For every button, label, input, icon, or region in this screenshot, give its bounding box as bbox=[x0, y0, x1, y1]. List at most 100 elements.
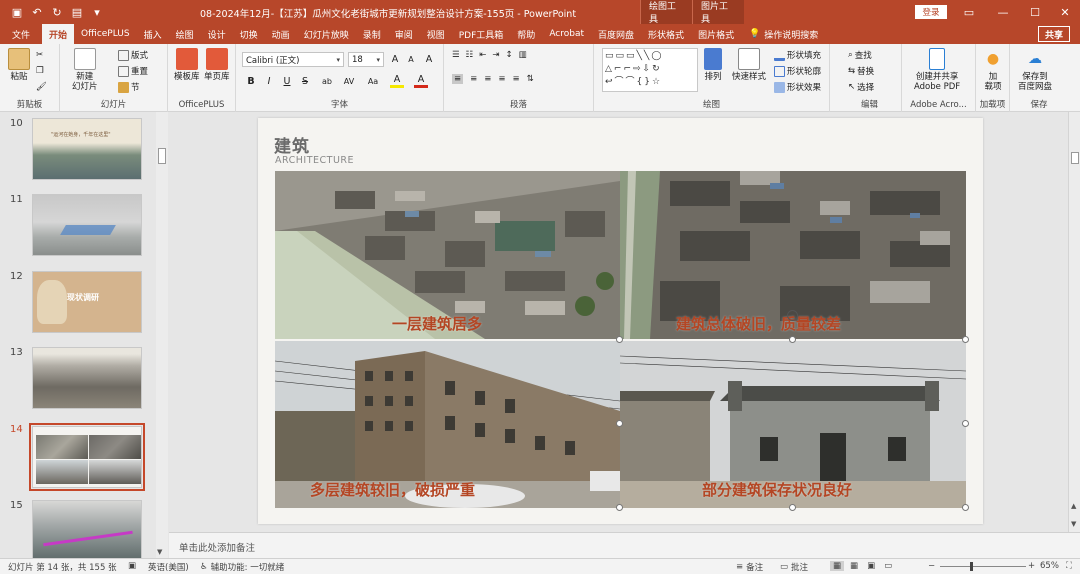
italic-button[interactable]: I bbox=[262, 74, 276, 88]
font-color-button[interactable]: A bbox=[414, 74, 428, 88]
rotate-handle-icon[interactable] bbox=[787, 310, 798, 321]
spellcheck-icon[interactable]: ▣ bbox=[128, 561, 136, 571]
scroll-thumb[interactable] bbox=[1071, 152, 1079, 164]
maximize-icon[interactable]: ☐ bbox=[1018, 0, 1052, 24]
tab-animations[interactable]: 动画 bbox=[265, 24, 297, 44]
present-icon[interactable]: ▤ bbox=[68, 3, 86, 21]
undo-icon[interactable]: ↶ bbox=[28, 3, 46, 21]
bold-button[interactable]: B bbox=[244, 74, 258, 88]
tab-view[interactable]: 视图 bbox=[420, 24, 452, 44]
grow-font-button[interactable]: A bbox=[388, 52, 402, 66]
single-page-library-button[interactable]: 单页库 bbox=[204, 48, 230, 82]
resize-handle[interactable] bbox=[616, 420, 623, 427]
shrink-font-button[interactable]: A bbox=[404, 52, 418, 66]
tab-file[interactable]: 文件 bbox=[0, 24, 42, 44]
tab-pdf-toolbox[interactable]: PDF工具箱 bbox=[452, 24, 511, 44]
slide-subtitle[interactable]: ARCHITECTURE bbox=[275, 155, 354, 166]
slide-sorter-icon[interactable]: ▦ bbox=[847, 561, 861, 571]
change-case-button[interactable]: Aa bbox=[364, 74, 382, 88]
highlight-button[interactable]: A bbox=[390, 74, 404, 88]
zoom-in-icon[interactable]: + bbox=[1028, 561, 1035, 571]
zoom-slider-thumb[interactable] bbox=[970, 562, 973, 571]
addins-button[interactable]: ● 加 载项 bbox=[982, 48, 1004, 92]
shape-outline-button[interactable]: 形状轮廓 bbox=[774, 65, 821, 77]
slide-vertical-scrollbar[interactable]: ▲ ▼ bbox=[1068, 112, 1080, 532]
section-button[interactable]: 节 bbox=[118, 81, 140, 93]
tab-slideshow[interactable]: 幻灯片放映 bbox=[297, 24, 356, 44]
save-icon[interactable]: ▣ bbox=[8, 3, 26, 21]
language-indicator[interactable]: 英语(美国) bbox=[148, 561, 189, 573]
resize-handle[interactable] bbox=[616, 336, 623, 343]
zoom-out-icon[interactable]: − bbox=[928, 561, 935, 571]
thumbnail-scrollbar[interactable]: ▼ bbox=[156, 112, 168, 558]
customize-qat-icon[interactable]: ▾ bbox=[88, 3, 106, 21]
tab-home[interactable]: 开始 bbox=[42, 24, 75, 44]
paste-button[interactable]: 粘贴 bbox=[8, 48, 30, 82]
tab-shape-format[interactable]: 形状格式 bbox=[641, 24, 691, 44]
align-center-icon[interactable]: ≡ bbox=[470, 74, 477, 84]
replace-button[interactable]: ⇆ 替换 bbox=[848, 65, 874, 77]
numbering-icon[interactable]: ☷ bbox=[466, 50, 474, 60]
slideshow-icon[interactable]: ▭ bbox=[881, 561, 895, 571]
tab-help[interactable]: 帮助 bbox=[510, 24, 542, 44]
save-baidu-button[interactable]: ☁ 保存到 百度网盘 bbox=[1018, 48, 1052, 92]
clear-format-button[interactable]: A bbox=[422, 52, 436, 66]
copy-icon[interactable]: ❐ bbox=[36, 66, 44, 76]
tab-transitions[interactable]: 切换 bbox=[233, 24, 265, 44]
ribbon-display-icon[interactable]: ▭ bbox=[952, 0, 986, 24]
scroll-down-icon[interactable]: ▼ bbox=[157, 548, 162, 556]
close-icon[interactable]: ✕ bbox=[1048, 0, 1080, 24]
format-painter-icon[interactable]: 🖌 bbox=[36, 82, 47, 92]
font-family-select[interactable]: Calibri (正文) ▾ bbox=[242, 52, 344, 67]
layout-button[interactable]: 版式 bbox=[118, 49, 148, 61]
select-button[interactable]: ↖ 选择 bbox=[848, 81, 874, 93]
slide-title[interactable]: 建筑 bbox=[274, 132, 310, 157]
justify-icon[interactable]: ≡ bbox=[498, 74, 505, 84]
resize-handle[interactable] bbox=[616, 504, 623, 511]
login-button[interactable]: 登录 bbox=[915, 5, 947, 19]
char-spacing-button[interactable]: AV bbox=[340, 74, 358, 88]
shapes-gallery[interactable]: ▭▭▭╲╲◯ △⌐⌐⇨⇩↻ ↩⌒⌒{}☆ bbox=[602, 48, 698, 92]
resize-handle[interactable] bbox=[962, 336, 969, 343]
new-slide-button[interactable]: 新建 幻灯片 bbox=[72, 48, 98, 92]
line-spacing-icon[interactable]: ↕ bbox=[506, 50, 513, 60]
tab-design[interactable]: 设计 bbox=[201, 24, 233, 44]
font-size-select[interactable]: 18 ▾ bbox=[348, 52, 384, 67]
underline-button[interactable]: U bbox=[280, 74, 294, 88]
distributed-icon[interactable]: ≡ bbox=[513, 74, 520, 84]
previous-slide-icon[interactable]: ▲ bbox=[1071, 502, 1076, 510]
align-left-icon[interactable]: ≡ bbox=[452, 74, 464, 84]
create-adobe-pdf-button[interactable]: 创建并共享 Adobe PDF bbox=[914, 48, 960, 92]
tab-acrobat[interactable]: Acrobat bbox=[542, 24, 591, 44]
quick-styles-button[interactable]: 快速样式 bbox=[732, 48, 766, 82]
text-shadow-button[interactable]: ab bbox=[318, 74, 336, 88]
reading-view-icon[interactable]: ▣ bbox=[864, 561, 878, 571]
arrange-button[interactable]: 排列 bbox=[704, 48, 722, 82]
zoom-level[interactable]: 65% bbox=[1040, 561, 1059, 571]
tab-officeplus[interactable]: OfficePLUS bbox=[74, 24, 137, 44]
resize-handle[interactable] bbox=[962, 420, 969, 427]
cut-icon[interactable]: ✂ bbox=[36, 50, 43, 60]
notes-pane[interactable]: 单击此处添加备注 bbox=[169, 532, 1080, 558]
minimize-icon[interactable]: — bbox=[986, 0, 1020, 24]
text-direction-icon[interactable]: ⇅ bbox=[527, 74, 534, 84]
share-button[interactable]: 共享 bbox=[1037, 26, 1070, 42]
notes-placeholder[interactable]: 单击此处添加备注 bbox=[179, 540, 255, 554]
resize-handle[interactable] bbox=[962, 504, 969, 511]
tab-picture-format[interactable]: 图片格式 bbox=[691, 24, 741, 44]
strikethrough-button[interactable]: S bbox=[298, 74, 312, 88]
align-right-icon[interactable]: ≡ bbox=[484, 74, 491, 84]
resize-handle[interactable] bbox=[789, 504, 796, 511]
scroll-thumb[interactable] bbox=[158, 148, 166, 164]
next-slide-icon[interactable]: ▼ bbox=[1071, 520, 1076, 528]
tab-insert[interactable]: 插入 bbox=[137, 24, 169, 44]
reset-button[interactable]: 重置 bbox=[118, 65, 148, 77]
tab-record[interactable]: 录制 bbox=[356, 24, 388, 44]
tell-me-search[interactable]: 💡 操作说明搜索 bbox=[749, 24, 818, 44]
tab-draw[interactable]: 绘图 bbox=[169, 24, 201, 44]
template-library-button[interactable]: 模板库 bbox=[174, 48, 200, 82]
tab-review[interactable]: 审阅 bbox=[388, 24, 420, 44]
notes-toggle[interactable]: ≡ 备注 bbox=[736, 561, 763, 573]
shape-effects-button[interactable]: 形状效果 bbox=[774, 81, 821, 93]
accessibility-status[interactable]: ♿ 辅助功能: 一切就绪 bbox=[200, 561, 284, 573]
